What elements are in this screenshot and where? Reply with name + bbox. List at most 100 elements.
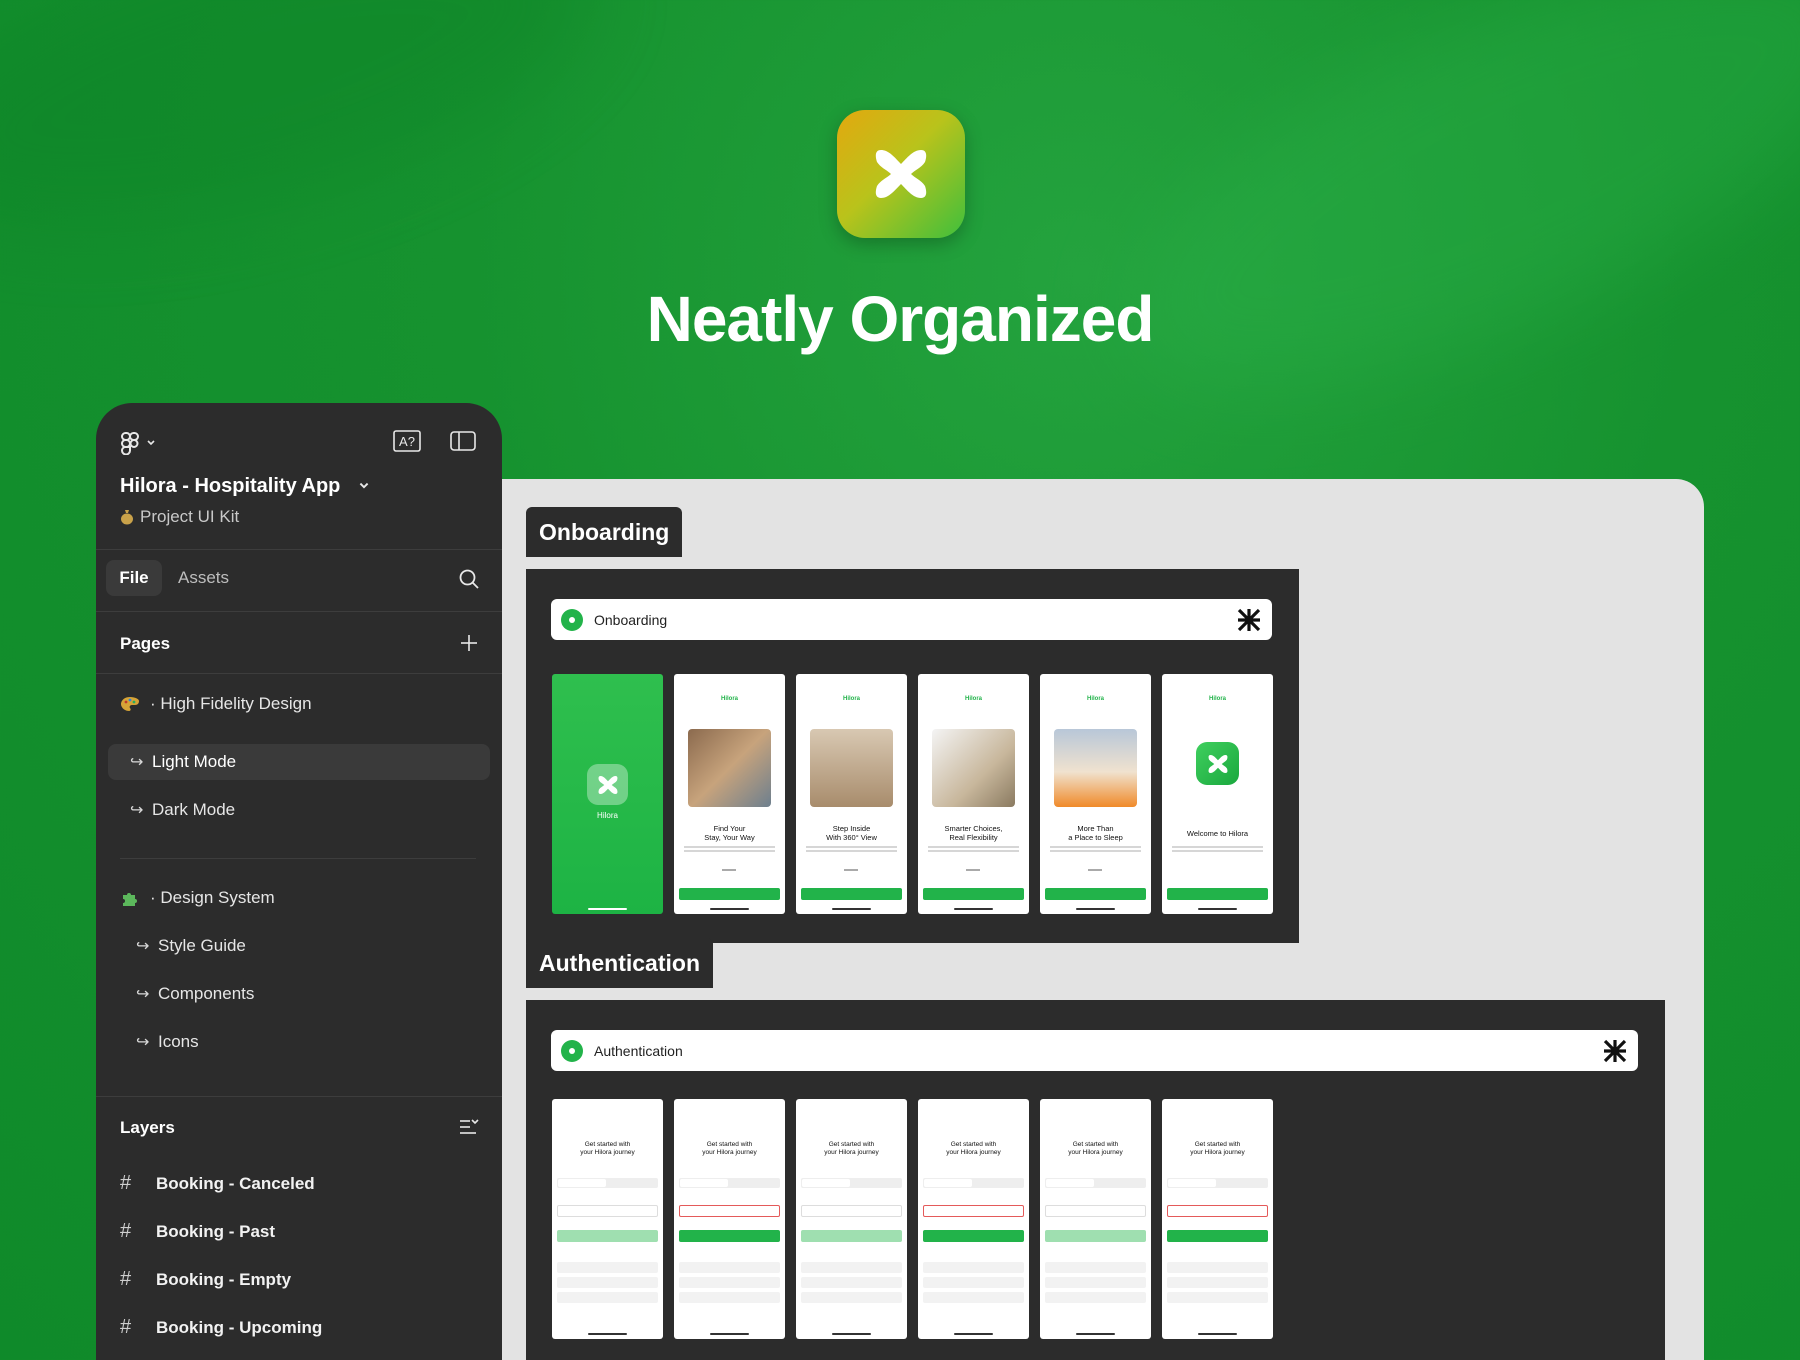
page-item-high-fidelity[interactable]: · High Fidelity Design	[96, 686, 502, 722]
tab-assets[interactable]: Assets	[178, 568, 229, 588]
next-button[interactable]	[679, 888, 780, 900]
screen-title: Find Your Stay, Your Way	[704, 824, 755, 843]
social-button[interactable]	[801, 1277, 902, 1288]
figma-logo-icon	[120, 432, 139, 455]
login-button[interactable]	[1167, 1230, 1268, 1242]
layer-label: Booking - Past	[156, 1221, 276, 1241]
figma-menu-button[interactable]	[120, 431, 156, 455]
social-button[interactable]	[679, 1277, 780, 1288]
get-started-button[interactable]	[1167, 888, 1268, 900]
input-field[interactable]	[679, 1205, 780, 1217]
segmented-tabs[interactable]	[801, 1178, 902, 1188]
app-logo	[837, 110, 965, 238]
page-item-style-guide[interactable]: ↪ Style Guide	[96, 928, 502, 964]
add-page-button[interactable]	[459, 633, 479, 653]
next-button[interactable]	[801, 888, 902, 900]
screen-title: Get started with your Hilora journey	[1190, 1141, 1245, 1157]
tab-file[interactable]: File	[106, 560, 162, 596]
search-button[interactable]	[458, 568, 480, 590]
divider	[96, 673, 502, 674]
input-field[interactable]	[1045, 1205, 1146, 1217]
phone-screen[interactable]: Hilora	[552, 674, 663, 914]
next-button[interactable]	[923, 888, 1024, 900]
project-menu-button[interactable]	[358, 479, 370, 497]
social-button[interactable]	[679, 1262, 780, 1273]
continue-button[interactable]	[679, 1230, 780, 1242]
layer-item[interactable]: # Booking - Canceled	[120, 1172, 315, 1195]
list-collapse-icon	[460, 1119, 479, 1134]
home-indicator	[710, 1333, 749, 1335]
page-item-icons[interactable]: ↪ Icons	[96, 1024, 502, 1060]
input-field[interactable]	[557, 1205, 658, 1217]
page-label: Components	[158, 984, 255, 1003]
project-title[interactable]: Hilora - Hospitality App	[120, 475, 340, 498]
phone-screen[interactable]: Get started with your Hilora journey	[1040, 1099, 1151, 1339]
social-button[interactable]	[557, 1262, 658, 1273]
phone-screen[interactable]: Get started with your Hilora journey	[552, 1099, 663, 1339]
social-button[interactable]	[801, 1292, 902, 1303]
social-button[interactable]	[1167, 1292, 1268, 1303]
phone-screen[interactable]: Hilora Step Inside With 360° View	[796, 674, 907, 914]
segmented-tabs[interactable]	[923, 1178, 1024, 1188]
input-field[interactable]	[923, 1205, 1024, 1217]
pager-dots	[844, 869, 858, 871]
social-button[interactable]	[923, 1277, 1024, 1288]
social-button[interactable]	[557, 1277, 658, 1288]
sidebar-toolbar: A?	[120, 427, 478, 459]
social-button[interactable]	[1167, 1262, 1268, 1273]
continue-button[interactable]	[557, 1230, 658, 1242]
layer-item[interactable]: # Booking - Past	[120, 1220, 275, 1243]
return-arrow-icon: ↪	[136, 938, 150, 955]
segmented-tabs[interactable]	[1167, 1178, 1268, 1188]
social-button[interactable]	[1045, 1292, 1146, 1303]
next-button[interactable]	[1045, 888, 1146, 900]
home-indicator	[832, 908, 871, 910]
phone-screen[interactable]: Hilora Welcome to Hilora	[1162, 674, 1273, 914]
layers-heading: Layers	[120, 1118, 175, 1137]
actions-button[interactable]: A?	[393, 430, 421, 452]
layer-item[interactable]: # Booking - Upcoming	[120, 1316, 322, 1339]
design-canvas[interactable]: Onboarding Onboarding Hilora Hilora Find…	[502, 479, 1704, 1360]
section-label-onboarding[interactable]: Onboarding	[526, 507, 683, 557]
social-button[interactable]	[923, 1292, 1024, 1303]
page-item-light-mode[interactable]: ↪ Light Mode	[108, 744, 490, 780]
authentication-frame[interactable]: Authentication Get started with your Hil…	[526, 1000, 1665, 1360]
onboarding-frame[interactable]: Onboarding Hilora Hilora Find Your Stay,…	[526, 569, 1299, 943]
page-item-design-system[interactable]: · Design System	[96, 880, 502, 916]
page-item-components[interactable]: ↪ Components	[96, 976, 502, 1012]
input-field[interactable]	[1167, 1205, 1268, 1217]
segmented-tabs[interactable]	[1045, 1178, 1146, 1188]
input-field[interactable]	[801, 1205, 902, 1217]
social-button[interactable]	[1045, 1277, 1146, 1288]
toggle-panel-button[interactable]	[450, 431, 476, 451]
home-indicator	[1198, 908, 1237, 910]
segmented-tabs[interactable]	[679, 1178, 780, 1188]
phone-screen[interactable]: Hilora More Than a Place to Sleep	[1040, 674, 1151, 914]
social-button[interactable]	[801, 1262, 902, 1273]
pager-dots	[1088, 869, 1102, 871]
phone-screen[interactable]: Get started with your Hilora journey	[1162, 1099, 1273, 1339]
illustration	[932, 729, 1015, 807]
chevron-down-icon	[147, 440, 155, 446]
segmented-tabs[interactable]	[557, 1178, 658, 1188]
figma-sidebar: A? Hilora - Hospitality App Project UI K…	[96, 403, 502, 1360]
page-item-dark-mode[interactable]: ↪ Dark Mode	[96, 792, 502, 828]
continue-button[interactable]	[801, 1230, 902, 1242]
social-button[interactable]	[1045, 1262, 1146, 1273]
social-button[interactable]	[1167, 1277, 1268, 1288]
login-button[interactable]	[1045, 1230, 1146, 1242]
layers-options-button[interactable]	[458, 1117, 480, 1137]
phone-screen[interactable]: Hilora Find Your Stay, Your Way	[674, 674, 785, 914]
phone-screen[interactable]: Get started with your Hilora journey	[674, 1099, 785, 1339]
social-button[interactable]	[923, 1262, 1024, 1273]
social-button[interactable]	[679, 1292, 780, 1303]
section-label-authentication[interactable]: Authentication	[526, 938, 713, 988]
phone-screen[interactable]: Get started with your Hilora journey	[918, 1099, 1029, 1339]
social-button[interactable]	[557, 1292, 658, 1303]
layer-item[interactable]: # Booking - Empty	[120, 1268, 291, 1291]
continue-button[interactable]	[923, 1230, 1024, 1242]
phone-screen[interactable]: Hilora Smarter Choices, Real Flexibility	[918, 674, 1029, 914]
phone-screen[interactable]: Get started with your Hilora journey	[796, 1099, 907, 1339]
brand-logo: Hilora	[720, 696, 738, 702]
screen-title: Welcome to Hilora	[1186, 829, 1249, 838]
